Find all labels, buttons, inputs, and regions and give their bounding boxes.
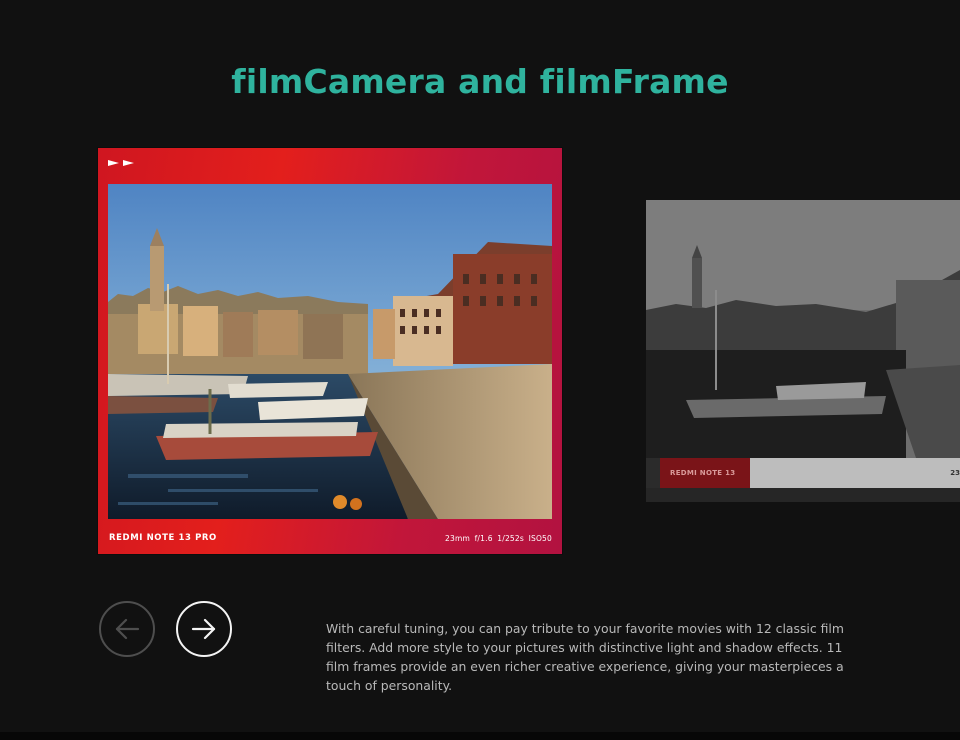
arrow-right-icon bbox=[191, 618, 216, 640]
exif-specs: 23mm f/1.6 1/252s ISO50 bbox=[445, 534, 552, 543]
play-flag-icon bbox=[108, 160, 119, 166]
play-flag-icon bbox=[123, 160, 134, 166]
next-button[interactable] bbox=[176, 601, 232, 657]
preview-bottom-edge bbox=[646, 488, 960, 502]
bottom-edge bbox=[0, 732, 960, 740]
preview-frame-bar: REDMI NOTE 13 PRO 23 bbox=[660, 458, 960, 502]
bw-harbor-photo bbox=[646, 200, 960, 458]
frame-top-icons bbox=[108, 160, 134, 166]
page-title: filmCamera and filmFrame bbox=[231, 62, 729, 101]
preview-device-label: REDMI NOTE 13 PRO bbox=[660, 458, 750, 502]
device-label: REDMI NOTE 13 PRO bbox=[109, 533, 217, 543]
arrow-left-icon bbox=[115, 618, 140, 640]
feature-description: With careful tuning, you can pay tribute… bbox=[326, 621, 844, 694]
previous-button[interactable] bbox=[99, 601, 155, 657]
preview-exif-specs: 23 bbox=[950, 469, 960, 477]
next-frame-preview[interactable]: REDMI NOTE 13 PRO 23 bbox=[646, 200, 960, 502]
film-frame-card: REDMI NOTE 13 PRO 23mm f/1.6 1/252s ISO5… bbox=[98, 148, 562, 554]
harbor-photo bbox=[108, 184, 552, 519]
